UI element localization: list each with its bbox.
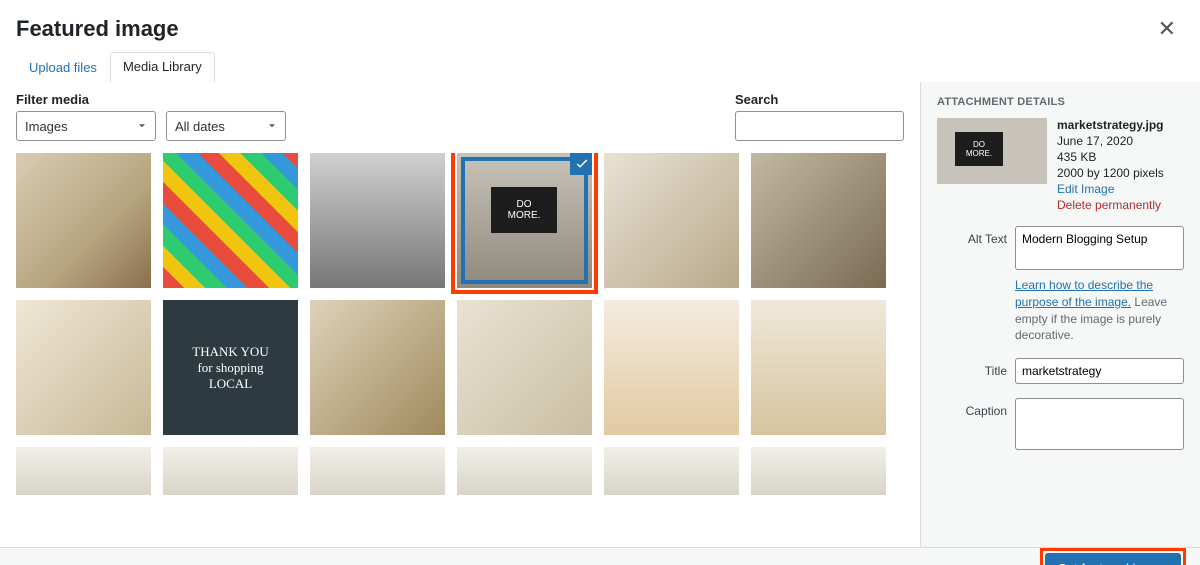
filter-toolbar: Filter media Images All dates S bbox=[16, 92, 904, 141]
media-item[interactable] bbox=[604, 153, 739, 288]
modal-content: Filter media Images All dates S bbox=[0, 82, 1200, 547]
title-label: Title bbox=[937, 358, 1007, 378]
media-item[interactable] bbox=[163, 153, 298, 288]
media-item[interactable] bbox=[16, 447, 151, 495]
search-input[interactable] bbox=[735, 111, 904, 141]
filter-type-select[interactable]: Images bbox=[16, 111, 156, 141]
media-item[interactable] bbox=[457, 447, 592, 495]
attachment-thumbnail bbox=[937, 118, 1047, 184]
media-browser: Filter media Images All dates S bbox=[0, 82, 920, 547]
media-item[interactable] bbox=[751, 447, 886, 495]
featured-image-modal: Featured image ✕ Upload files Media Libr… bbox=[0, 0, 1200, 565]
tab-row: Upload files Media Library bbox=[0, 52, 1200, 83]
modal-title: Featured image bbox=[16, 16, 1150, 42]
attachment-dimensions: 2000 by 1200 pixels bbox=[1057, 166, 1164, 180]
media-item[interactable] bbox=[457, 300, 592, 435]
search-group: Search bbox=[735, 92, 904, 141]
alt-text-row: Alt Text Modern Blogging Setup Learn how… bbox=[937, 226, 1184, 344]
tab-upload-files[interactable]: Upload files bbox=[16, 53, 110, 83]
filter-date-select-wrap[interactable]: All dates bbox=[166, 111, 286, 141]
alt-text-label: Alt Text bbox=[937, 226, 1007, 246]
modal-header: Featured image ✕ bbox=[0, 0, 1200, 52]
media-item[interactable] bbox=[163, 447, 298, 495]
filter-type-select-wrap[interactable]: Images bbox=[16, 111, 156, 141]
attachment-meta: marketstrategy.jpg June 17, 2020 435 KB … bbox=[1057, 118, 1164, 212]
media-item[interactable] bbox=[751, 300, 886, 435]
caption-row: Caption bbox=[937, 398, 1184, 453]
caption-label: Caption bbox=[937, 398, 1007, 418]
media-item-selected[interactable] bbox=[457, 153, 592, 288]
attachment-date: June 17, 2020 bbox=[1057, 134, 1164, 148]
alt-text-hint: Learn how to describe the purpose of the… bbox=[1015, 277, 1184, 344]
title-row: Title bbox=[937, 358, 1184, 384]
media-item[interactable] bbox=[751, 153, 886, 288]
alt-text-input[interactable]: Modern Blogging Setup bbox=[1015, 226, 1184, 270]
filter-media-group: Filter media Images All dates bbox=[16, 92, 286, 141]
media-item[interactable] bbox=[310, 300, 445, 435]
attachment-summary: marketstrategy.jpg June 17, 2020 435 KB … bbox=[937, 118, 1184, 212]
media-item[interactable] bbox=[163, 300, 298, 435]
attachment-filename: marketstrategy.jpg bbox=[1057, 118, 1164, 132]
tab-media-library[interactable]: Media Library bbox=[110, 52, 215, 83]
edit-image-link[interactable]: Edit Image bbox=[1057, 182, 1164, 196]
set-featured-highlight: Set featured image bbox=[1040, 548, 1186, 565]
close-button[interactable]: ✕ bbox=[1150, 12, 1184, 46]
filter-media-label: Filter media bbox=[16, 92, 286, 107]
set-featured-image-button[interactable]: Set featured image bbox=[1045, 553, 1181, 565]
delete-permanently-link[interactable]: Delete permanently bbox=[1057, 198, 1164, 212]
media-grid bbox=[16, 153, 904, 547]
close-icon: ✕ bbox=[1158, 16, 1176, 41]
filter-date-select[interactable]: All dates bbox=[166, 111, 286, 141]
modal-footer: Set featured image bbox=[0, 547, 1200, 565]
media-item[interactable] bbox=[604, 300, 739, 435]
title-input[interactable] bbox=[1015, 358, 1184, 384]
search-label: Search bbox=[735, 92, 904, 107]
media-item[interactable] bbox=[16, 300, 151, 435]
caption-input[interactable] bbox=[1015, 398, 1184, 450]
attachment-details-heading: ATTACHMENT DETAILS bbox=[937, 96, 1184, 108]
attachment-details-panel: ATTACHMENT DETAILS marketstrategy.jpg Ju… bbox=[920, 82, 1200, 547]
media-item[interactable] bbox=[16, 153, 151, 288]
media-item[interactable] bbox=[310, 447, 445, 495]
media-item[interactable] bbox=[310, 153, 445, 288]
selected-check-icon bbox=[570, 153, 592, 175]
media-item[interactable] bbox=[604, 447, 739, 495]
attachment-filesize: 435 KB bbox=[1057, 150, 1164, 164]
